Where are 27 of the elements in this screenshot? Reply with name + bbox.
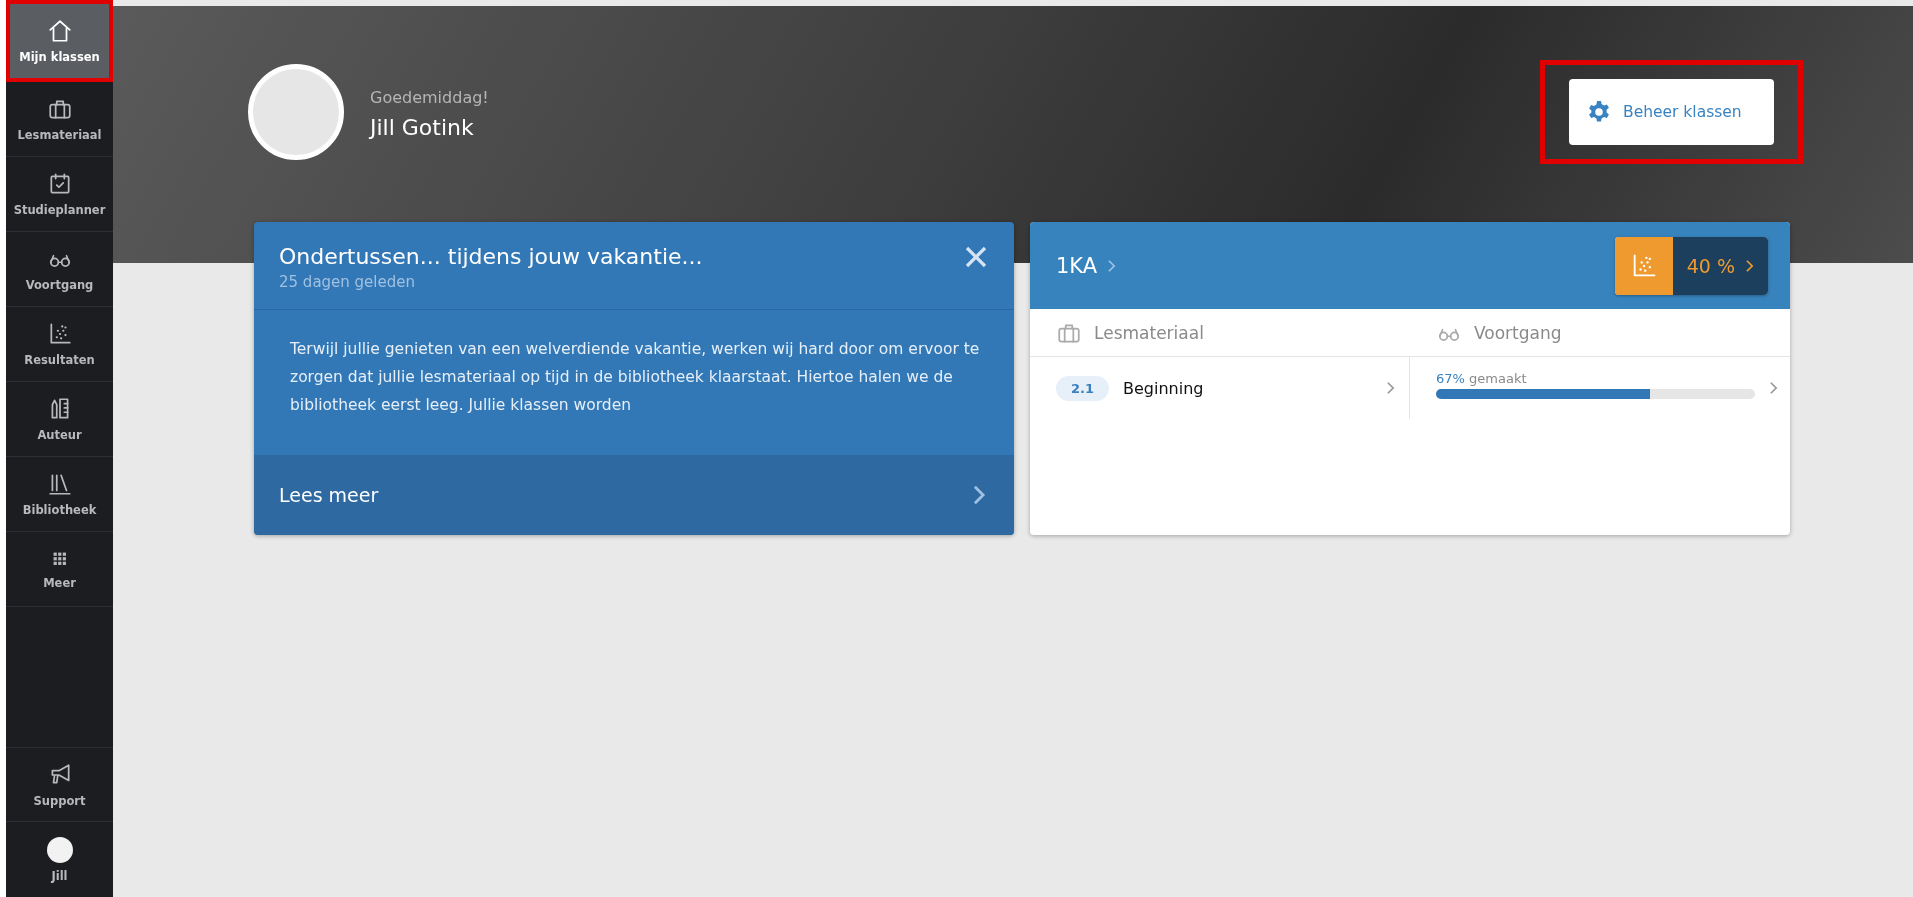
manage-classes-button[interactable]: Beheer klassen: [1569, 79, 1774, 145]
close-icon: [964, 244, 988, 269]
material-row[interactable]: 2.1 Beginning: [1030, 357, 1410, 419]
user-item[interactable]: Jill: [6, 822, 113, 897]
avatar-icon: [46, 836, 73, 863]
notice-title: Ondertussen... tijdens jouw vakantie...: [279, 244, 704, 269]
user-name: Jill Gotink: [370, 115, 475, 140]
column-header: Lesmateriaal: [1094, 322, 1204, 343]
notice-text: Terwijl jullie genieten van een welverdiende vakantie, werken wij hard door om ervoor te zorgen dat jullie lesmateriaal op tijd in de bibliotheek klaarstaat. Hiertoe halen we de bibliotheek eerst leeg. Jullie klassen worden: [289, 339, 981, 416]
greeting: Goedemiddag!: [370, 88, 489, 107]
class-name-link[interactable]: 1KA: [1056, 253, 1117, 278]
sidebar-item[interactable]: Mijn klassen: [6, 0, 113, 82]
chevron-right-icon: [1745, 258, 1754, 273]
progress-label: 67% gemaakt: [1436, 371, 1528, 386]
results-score-button[interactable]: 40 %: [1614, 236, 1768, 295]
settings-icon: [1587, 100, 1611, 124]
chapter-tag: 2.1: [1056, 375, 1110, 401]
material-title: Beginning: [1123, 378, 1204, 398]
chevron-right-icon: [1107, 258, 1117, 273]
read-more-link[interactable]: Lees meer: [254, 455, 1014, 535]
column-header: Voortgang: [1474, 322, 1562, 343]
books-icon: [46, 471, 73, 497]
progress-row[interactable]: 67% gemaakt: [1410, 357, 1790, 419]
notice-age: 25 dagen geleden: [279, 273, 416, 291]
chevron-right-icon: [1386, 381, 1395, 395]
chevron-right-icon: [972, 484, 986, 506]
chevron-right-icon: [1769, 381, 1778, 395]
